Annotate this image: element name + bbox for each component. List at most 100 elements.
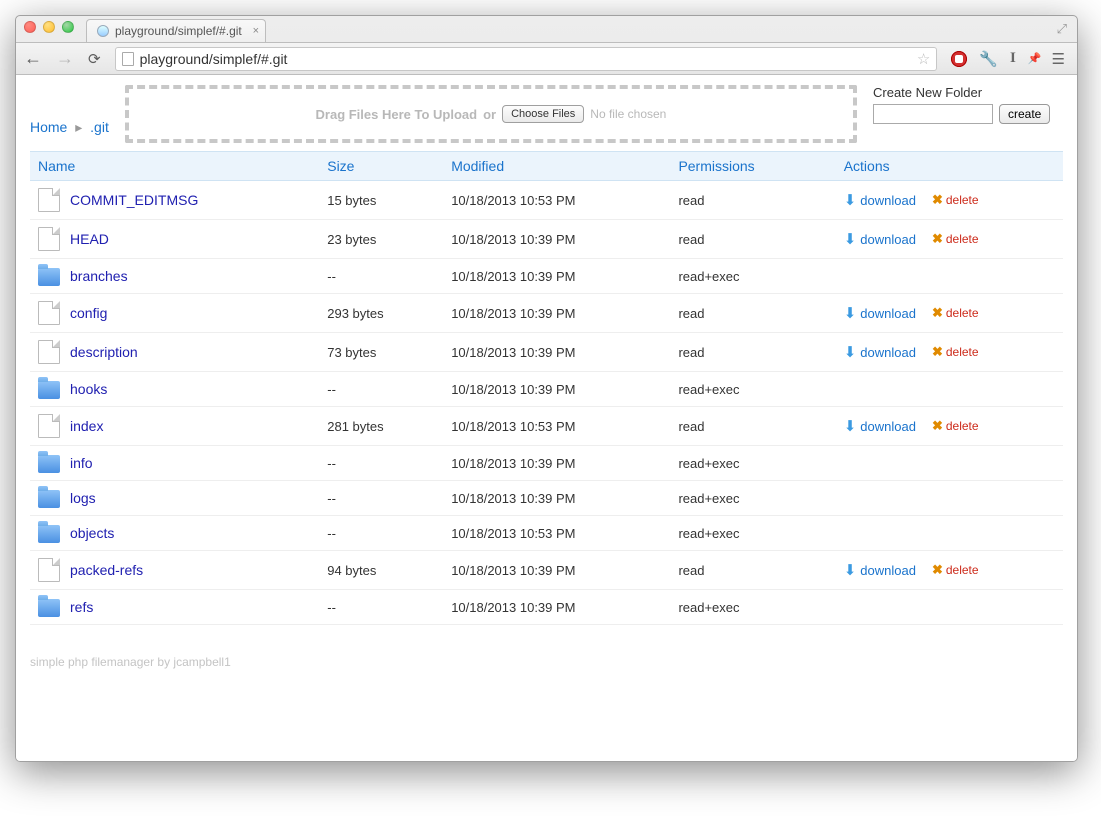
header-name[interactable]: Name [30, 152, 319, 181]
file-modified: 10/18/2013 10:39 PM [443, 259, 670, 294]
file-name-link[interactable]: branches [70, 268, 128, 284]
file-size: -- [319, 372, 443, 407]
reload-button[interactable]: ⟳ [88, 50, 101, 68]
file-size: -- [319, 590, 443, 625]
delete-link[interactable]: ✖delete [932, 192, 979, 208]
file-size: 73 bytes [319, 333, 443, 372]
file-name-link[interactable]: index [70, 418, 103, 434]
address-bar[interactable]: playground/simplef/#.git ☆ [115, 47, 938, 71]
file-actions: ⬇download ✖delete [836, 181, 1063, 220]
file-modified: 10/18/2013 10:39 PM [443, 446, 670, 481]
file-modified: 10/18/2013 10:53 PM [443, 516, 670, 551]
file-name-link[interactable]: HEAD [70, 231, 109, 247]
file-modified: 10/18/2013 10:39 PM [443, 551, 670, 590]
file-size: -- [319, 259, 443, 294]
file-name-link[interactable]: config [70, 305, 107, 321]
download-label: download [860, 563, 916, 578]
delete-icon: ✖ [932, 231, 943, 247]
table-row: packed-refs 94 bytes10/18/2013 10:39 PMre… [30, 551, 1063, 590]
file-actions [836, 516, 1063, 551]
browser-menu-icon[interactable]: ☰ [1052, 50, 1065, 68]
create-folder-button[interactable]: create [999, 104, 1050, 124]
download-label: download [860, 345, 916, 360]
breadcrumb-current-link[interactable]: .git [90, 119, 109, 135]
extension-instapaper-icon[interactable]: I [1010, 50, 1016, 67]
file-name-link[interactable]: refs [70, 599, 93, 615]
file-icon [38, 188, 60, 212]
footer-credit: simple php filemanager by jcampbell1 [16, 625, 1077, 683]
breadcrumb-home-link[interactable]: Home [30, 119, 67, 135]
file-size: 293 bytes [319, 294, 443, 333]
download-link[interactable]: ⬇download [844, 419, 916, 434]
file-size: 94 bytes [319, 551, 443, 590]
file-permissions: read [670, 407, 835, 446]
download-label: download [860, 193, 916, 208]
file-name-link[interactable]: info [70, 455, 93, 471]
delete-link[interactable]: ✖delete [932, 231, 979, 247]
download-icon: ⬇ [844, 563, 857, 578]
extension-wrench-icon[interactable]: 🔧 [979, 50, 998, 68]
download-link[interactable]: ⬇download [844, 345, 916, 360]
browser-tab[interactable]: playground/simplef/#.git × [86, 19, 266, 42]
file-name-link[interactable]: description [70, 344, 138, 360]
delete-label: delete [946, 419, 979, 433]
file-size: -- [319, 516, 443, 551]
file-permissions: read [670, 181, 835, 220]
header-permissions[interactable]: Permissions [670, 152, 835, 181]
choose-files-button[interactable]: Choose Files [502, 105, 584, 123]
file-permissions: read [670, 551, 835, 590]
header-size[interactable]: Size [319, 152, 443, 181]
file-size: 23 bytes [319, 220, 443, 259]
back-button[interactable]: ← [24, 48, 42, 69]
file-permissions: read+exec [670, 446, 835, 481]
file-permissions: read+exec [670, 516, 835, 551]
file-name-link[interactable]: packed-refs [70, 562, 143, 578]
extension-adblock-icon[interactable] [951, 51, 967, 67]
file-modified: 10/18/2013 10:39 PM [443, 590, 670, 625]
delete-link[interactable]: ✖delete [932, 562, 979, 578]
file-icon [38, 340, 60, 364]
file-permissions: read+exec [670, 259, 835, 294]
folder-icon [38, 490, 60, 508]
browser-window: playground/simplef/#.git × ⤢ ← → ⟳ playg… [15, 15, 1078, 762]
delete-icon: ✖ [932, 305, 943, 321]
table-row: hooks--10/18/2013 10:39 PMread+exec [30, 372, 1063, 407]
delete-link[interactable]: ✖delete [932, 344, 979, 360]
delete-icon: ✖ [932, 562, 943, 578]
file-actions: ⬇download ✖delete [836, 294, 1063, 333]
new-folder-name-input[interactable] [873, 104, 993, 124]
download-link[interactable]: ⬇download [844, 563, 916, 578]
table-row: COMMIT_EDITMSG15 bytes10/18/2013 10:53 P… [30, 181, 1063, 220]
download-link[interactable]: ⬇download [844, 306, 916, 321]
create-folder-label: Create New Folder [873, 85, 1063, 100]
file-name-link[interactable]: COMMIT_EDITMSG [70, 192, 198, 208]
delete-label: delete [946, 563, 979, 577]
upload-drop-zone[interactable]: Drag Files Here To Upload or Choose File… [125, 85, 857, 143]
download-link[interactable]: ⬇download [844, 193, 916, 208]
download-label: download [860, 232, 916, 247]
delete-link[interactable]: ✖delete [932, 305, 979, 321]
delete-link[interactable]: ✖delete [932, 418, 979, 434]
download-label: download [860, 306, 916, 321]
file-name-link[interactable]: objects [70, 525, 114, 541]
tab-row: playground/simplef/#.git × ⤢ [16, 16, 1077, 42]
file-actions [836, 259, 1063, 294]
header-modified[interactable]: Modified [443, 152, 670, 181]
tab-close-icon[interactable]: × [253, 25, 259, 37]
globe-icon [97, 25, 109, 37]
extension-pinboard-icon[interactable]: 📌 [1028, 52, 1040, 65]
file-name-link[interactable]: logs [70, 490, 96, 506]
file-modified: 10/18/2013 10:39 PM [443, 372, 670, 407]
file-modified: 10/18/2013 10:39 PM [443, 220, 670, 259]
forward-button[interactable]: → [56, 48, 74, 69]
delete-label: delete [946, 345, 979, 359]
header-actions: Actions [836, 152, 1063, 181]
file-name-link[interactable]: hooks [70, 381, 107, 397]
file-permissions: read+exec [670, 590, 835, 625]
fullscreen-icon[interactable]: ⤢ [1057, 21, 1067, 37]
url-text: playground/simplef/#.git [140, 51, 288, 67]
table-header-row: Name Size Modified Permissions Actions [30, 152, 1063, 181]
file-modified: 10/18/2013 10:39 PM [443, 294, 670, 333]
bookmark-star-icon[interactable]: ☆ [917, 50, 930, 68]
download-link[interactable]: ⬇download [844, 232, 916, 247]
